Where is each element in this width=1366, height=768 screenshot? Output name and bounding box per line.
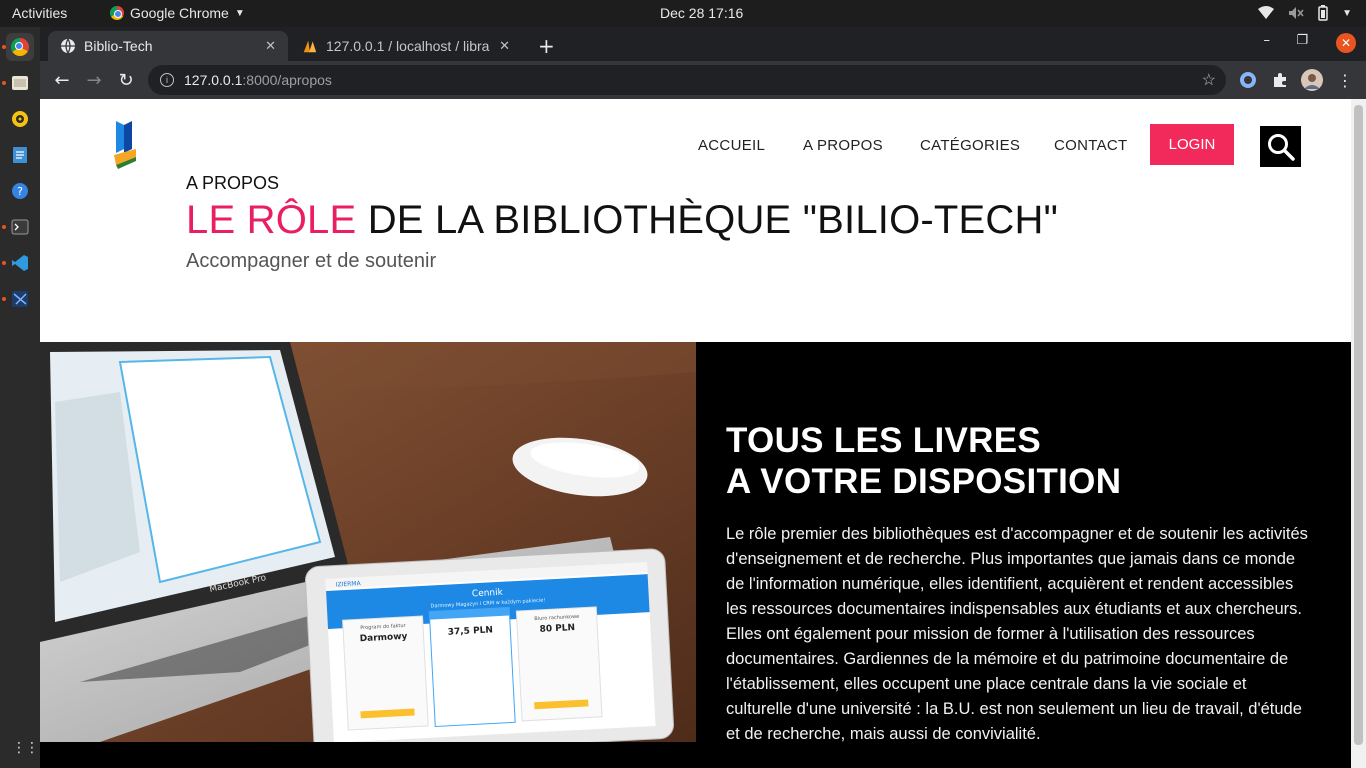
- nav-categories[interactable]: CATÉGORIES: [920, 137, 1020, 154]
- site-info-icon[interactable]: i: [160, 73, 174, 87]
- phpmyadmin-icon: [302, 38, 318, 54]
- tab-title: Biblio-Tech: [84, 38, 153, 54]
- vscode-icon: [12, 255, 28, 271]
- address-bar[interactable]: i 127.0.0.1 :8000/apropos ☆: [148, 65, 1226, 95]
- menu-icon[interactable]: ⋮: [1334, 69, 1356, 91]
- music-icon: [12, 111, 28, 127]
- title-rest: DE LA BIBLIOTHÈQUE "BILIO-TECH": [356, 198, 1059, 242]
- tab-strip: Biblio-Tech ✕ 127.0.0.1 / localhost / li…: [40, 27, 1366, 61]
- dock-help[interactable]: ?: [6, 177, 34, 205]
- globe-icon: [60, 38, 76, 54]
- tab-title: 127.0.0.1 / localhost / libra: [326, 38, 490, 54]
- browser-window: Biblio-Tech ✕ 127.0.0.1 / localhost / li…: [40, 27, 1366, 768]
- minimize-icon[interactable]: –: [1264, 33, 1271, 48]
- terminal-icon: [11, 219, 29, 235]
- app-menu[interactable]: Google Chrome ▼: [110, 5, 245, 21]
- running-indicator: [2, 81, 6, 85]
- system-top-bar: Activities Google Chrome ▼ Dec 28 17:16 …: [0, 0, 1366, 27]
- page-viewport: ACCUEIL A PROPOS CATÉGORIES CONTACT LOGI…: [40, 99, 1351, 768]
- feature-heading-line1: TOUS LES LIVRES: [726, 421, 1042, 460]
- search-button[interactable]: [1260, 126, 1301, 167]
- puzzle-icon[interactable]: [1269, 69, 1291, 91]
- chrome-icon: [110, 6, 124, 20]
- bookmark-star-icon[interactable]: ☆: [1202, 70, 1216, 90]
- running-indicator: [2, 45, 6, 49]
- tablet-heading: Cennik: [472, 588, 504, 600]
- nav-contact[interactable]: CONTACT: [1054, 137, 1127, 154]
- feature-text: TOUS LES LIVRES A VOTRE DISPOSITION Le r…: [726, 420, 1326, 747]
- extension-icon[interactable]: [1237, 69, 1259, 91]
- laptop-tablet-photo: MacBook Pro IZIERMA Cennik Darmowy Magaz…: [40, 342, 696, 742]
- title-accent: LE RÔLE: [186, 198, 357, 242]
- nav-accueil[interactable]: ACCUEIL: [698, 137, 765, 154]
- volume-muted-icon: [1289, 7, 1304, 19]
- dock-chrome[interactable]: [2, 33, 34, 61]
- biblio-tech-logo[interactable]: [112, 119, 138, 169]
- dock-files[interactable]: [2, 69, 34, 97]
- section-kicker: A PROPOS: [186, 173, 280, 193]
- feature-heading: TOUS LES LIVRES A VOTRE DISPOSITION: [726, 420, 1326, 502]
- about-hero: A PROPOS LE RÔLE DE LA BIBLIOTHÈQUE "BIL…: [186, 173, 1058, 273]
- dock-rhythmbox[interactable]: [6, 105, 34, 133]
- dock: ? ⋮⋮⋮: [0, 27, 52, 768]
- scrollbar-thumb[interactable]: [1354, 105, 1363, 745]
- app-icon: [12, 291, 28, 307]
- tab-phpmyadmin[interactable]: 127.0.0.1 / localhost / libra ✕: [290, 31, 522, 61]
- help-icon: ?: [12, 183, 28, 199]
- app-menu-label: Google Chrome: [130, 5, 229, 21]
- chevron-down-icon: ▼: [234, 7, 245, 19]
- avatar[interactable]: [1301, 69, 1323, 91]
- feature-body: Le rôle premier des bibliothèques est d'…: [726, 525, 1308, 743]
- search-icon: [1267, 133, 1295, 161]
- feature-heading-line2: A VOTRE DISPOSITION: [726, 462, 1122, 501]
- nav-a-propos[interactable]: A PROPOS: [803, 137, 883, 154]
- activities-button[interactable]: Activities: [12, 5, 67, 21]
- system-tray[interactable]: ▼: [1258, 5, 1352, 21]
- back-icon[interactable]: ←: [50, 68, 74, 92]
- document-icon: [13, 147, 27, 163]
- running-indicator: [2, 261, 6, 265]
- dock-writer[interactable]: [6, 141, 34, 169]
- wifi-icon: [1258, 6, 1275, 19]
- url-path: :8000/apropos: [242, 72, 332, 88]
- page-title: LE RÔLE DE LA BIBLIOTHÈQUE "BILIO-TECH": [186, 198, 1058, 242]
- dock-terminal[interactable]: [2, 213, 34, 241]
- svg-text:?: ?: [17, 185, 23, 198]
- close-window-icon[interactable]: ✕: [1336, 33, 1356, 53]
- close-tab-icon[interactable]: ✕: [265, 38, 276, 54]
- running-indicator: [2, 297, 6, 301]
- restore-icon[interactable]: ❐: [1296, 33, 1308, 48]
- new-tab-icon[interactable]: +: [538, 34, 555, 58]
- plan-price: 80 PLN: [539, 623, 575, 635]
- login-button[interactable]: LOGIN: [1150, 124, 1234, 165]
- files-icon: [12, 76, 28, 90]
- close-tab-icon[interactable]: ✕: [499, 38, 510, 54]
- url-host: 127.0.0.1: [184, 72, 243, 88]
- battery-icon: [1318, 5, 1328, 21]
- chrome-icon: [11, 38, 29, 56]
- power-menu-icon: ▼: [1342, 7, 1352, 19]
- page-scrollbar[interactable]: [1351, 99, 1366, 768]
- reload-icon[interactable]: ↻: [114, 68, 138, 92]
- clock[interactable]: Dec 28 17:16: [660, 5, 743, 21]
- dock-vscode[interactable]: [2, 249, 34, 277]
- dock-app[interactable]: [2, 285, 34, 313]
- browser-toolbar: ← → ↻ i 127.0.0.1 :8000/apropos ☆ ⋮: [40, 61, 1366, 99]
- feature-section: MacBook Pro IZIERMA Cennik Darmowy Magaz…: [40, 342, 1351, 768]
- tablet-brand: IZIERMA: [336, 580, 362, 588]
- forward-icon[interactable]: →: [82, 68, 106, 92]
- page-subtitle: Accompagner et de soutenir: [186, 250, 437, 272]
- tab-biblio-tech[interactable]: Biblio-Tech ✕: [48, 31, 288, 61]
- running-indicator: [2, 225, 6, 229]
